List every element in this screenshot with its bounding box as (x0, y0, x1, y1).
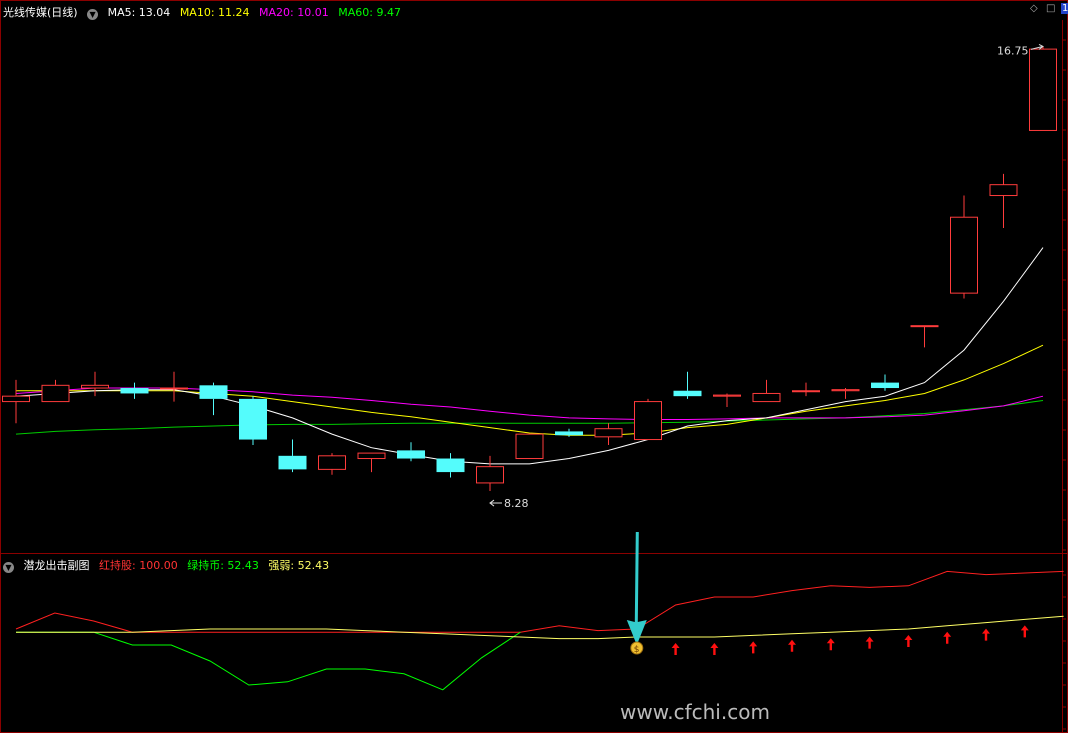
svg-text:$: $ (634, 645, 640, 655)
candle (476, 455, 504, 492)
ma20-line (15, 387, 1044, 420)
candle (515, 433, 544, 460)
candle (1029, 46, 1057, 131)
candle (278, 439, 307, 473)
badge-icon[interactable]: 1 (1061, 3, 1068, 14)
chevron-down-icon[interactable]: ▼ (87, 9, 99, 20)
red-up-arrow-icon (749, 641, 758, 654)
candle-body (436, 458, 465, 473)
candle (594, 423, 623, 445)
red-up-arrow-icon (943, 631, 952, 644)
high-price-label: 16.75 (997, 44, 1029, 57)
candle-body (831, 389, 860, 392)
ma5-label: MA5: 13.04 (107, 6, 171, 19)
candle (910, 325, 939, 348)
candle-body (160, 387, 188, 390)
ma60-label: MA60: 9.47 (338, 6, 401, 19)
red-up-arrow-icon (826, 638, 835, 651)
candle (871, 374, 899, 391)
candle (397, 442, 425, 462)
candle-body (871, 382, 899, 389)
arrow-left-icon (489, 499, 502, 507)
candle-body (41, 384, 70, 403)
cash-green-line (16, 631, 521, 691)
red-up-arrow-icon (671, 643, 680, 655)
candle-body (357, 452, 386, 460)
candle (831, 388, 860, 399)
strength-line (16, 615, 1064, 640)
candle (634, 398, 662, 441)
red-up-arrow-icon (904, 635, 913, 647)
candle (2, 379, 30, 424)
sub-chart-title[interactable]: 潜龙出击副图 (24, 559, 90, 572)
candle-body (792, 390, 820, 393)
candle-body (2, 395, 30, 403)
candle-body (634, 401, 662, 441)
candle-body (950, 216, 978, 294)
window-icon[interactable]: □ (1046, 3, 1055, 14)
candle-body (515, 433, 544, 460)
candle (673, 371, 702, 399)
buy-arrow-icon (626, 532, 647, 645)
candle-body (81, 384, 109, 389)
ma5-line (15, 247, 1044, 465)
red-up-arrow-icon (1020, 625, 1029, 638)
candle-body (318, 455, 346, 470)
candle (357, 452, 386, 473)
chart-frame (0, 0, 1068, 733)
candle (752, 379, 781, 403)
candle (989, 173, 1018, 229)
candle-body (594, 428, 623, 438)
cash-green-label: 绿持币: 52.43 (187, 559, 259, 572)
candle (199, 382, 228, 416)
ma60-line (15, 400, 1044, 435)
red-up-arrow-icon (788, 639, 796, 652)
candle-body (239, 398, 267, 440)
money-bag-icon: $ (630, 641, 644, 655)
candle-body (713, 394, 741, 397)
candle-body (397, 450, 425, 459)
candle (950, 195, 978, 299)
watermark: www.cfchi.com (620, 700, 770, 724)
candle (41, 379, 70, 403)
red-up-arrow-icon (982, 628, 990, 641)
candle (318, 453, 346, 475)
candle-body (673, 390, 702, 397)
hold-red-label: 红持股: 100.00 (99, 559, 178, 572)
candle (436, 453, 465, 478)
stock-chart: 16.75 8.28 $ (0, 0, 1068, 733)
low-price-label: 8.28 (504, 497, 529, 510)
ma20-label: MA20: 10.01 (259, 6, 329, 19)
chevron-down-icon[interactable]: ▼ (3, 562, 14, 573)
candle-body (910, 325, 939, 328)
candle (239, 396, 267, 445)
candle-body (555, 431, 583, 436)
candle-body (989, 184, 1018, 197)
candle-body (752, 392, 781, 403)
candle (160, 371, 188, 402)
candle (81, 371, 109, 397)
red-up-arrow-icon (865, 636, 874, 649)
strength-label: 强弱: 52.43 (268, 559, 330, 572)
sub-chart-header: ▼ 潜龙出击副图 红持股: 100.00 绿持币: 52.43 强弱: 52.4… (3, 557, 335, 573)
hold-red-line (15, 570, 1064, 633)
red-up-arrow-icon (710, 643, 719, 655)
main-chart-header: 光线传媒(日线) ▼ MA5: 13.04 MA10: 11.24 MA20: … (3, 4, 407, 20)
diamond-icon[interactable]: ◇ (1030, 3, 1038, 14)
ma10-label: MA10: 11.24 (179, 6, 250, 19)
candle-body (278, 455, 307, 470)
main-chart-title[interactable]: 光线传媒(日线) (3, 6, 78, 19)
candle (120, 382, 149, 399)
candle-body (120, 388, 149, 394)
candle (792, 382, 820, 397)
candle-body (476, 466, 504, 484)
candle-body (199, 385, 228, 399)
candle-body (1029, 48, 1057, 131)
candle (713, 393, 741, 408)
